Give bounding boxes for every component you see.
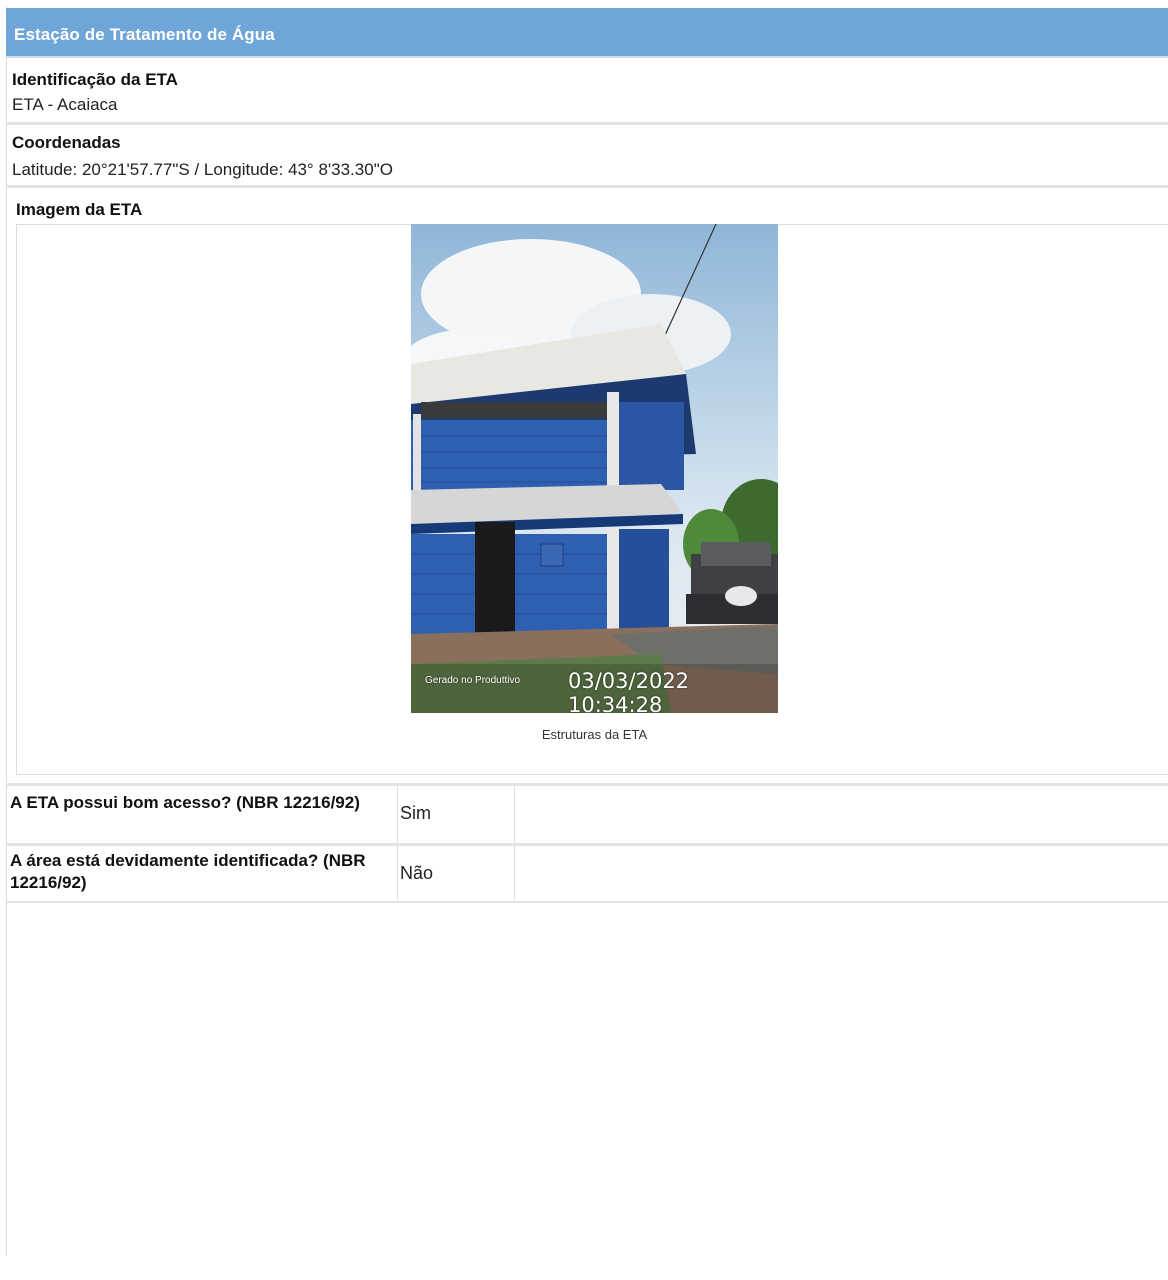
answer-value: Não xyxy=(400,863,434,883)
question-text: A área está devidamente identificada? (N… xyxy=(10,851,366,892)
section-header: Estação de Tratamento de Água xyxy=(6,8,1168,58)
identification-value: ETA - Acaiaca xyxy=(12,95,118,114)
divider xyxy=(6,901,1168,903)
eta-building-illustration xyxy=(411,224,778,713)
left-border xyxy=(6,6,7,1256)
answer-value: Sim xyxy=(400,803,431,823)
photo-caption: Estruturas da ETA xyxy=(541,727,648,742)
coordinates-label: Coordenadas xyxy=(12,133,121,152)
section-title: Estação de Tratamento de Água xyxy=(14,25,275,44)
image-section-label: Imagem da ETA xyxy=(16,200,143,219)
photo-stamp-label: Gerado no Produttivo xyxy=(425,675,521,686)
coordinates-value: Latitude: 20°21'57.77"S / Longitude: 43°… xyxy=(12,160,393,179)
divider xyxy=(6,122,1168,125)
identification-label: Identificação da ETA xyxy=(12,70,178,89)
photo-timestamp: 03/03/2022 10:34:28 xyxy=(568,669,690,713)
eta-photo: Gerado no Produttivo 03/03/2022 10:34:28 xyxy=(411,224,778,713)
question-row: A área está devidamente identificada? (N… xyxy=(6,846,1168,902)
question-text: A ETA possui bom acesso? (NBR 12216/92) xyxy=(10,793,360,812)
divider xyxy=(6,185,1168,188)
report-page: Estação de Tratamento de Água Identifica… xyxy=(0,0,1168,1280)
question-row: A ETA possui bom acesso? (NBR 12216/92) … xyxy=(6,786,1168,844)
